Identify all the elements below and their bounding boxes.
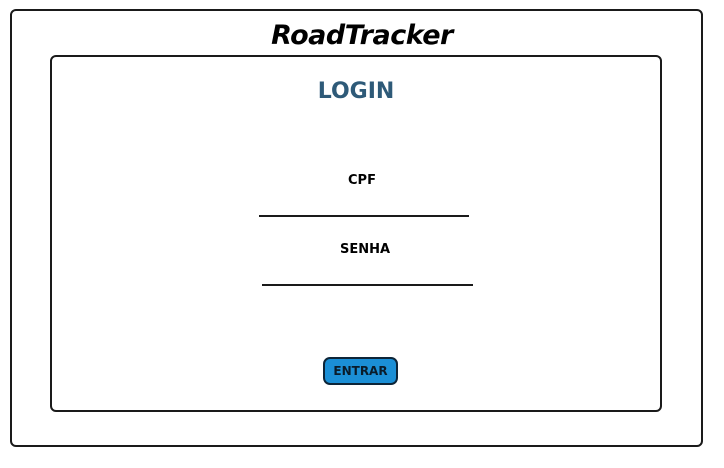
app-title: RoadTracker	[271, 20, 453, 51]
cpf-input[interactable]	[259, 195, 469, 217]
senha-label: SENHA	[339, 242, 391, 257]
enter-button[interactable]: ENTRAR	[323, 357, 398, 385]
senha-input[interactable]	[262, 264, 473, 286]
login-heading: LOGIN	[317, 79, 395, 104]
cpf-label: CPF	[348, 173, 376, 188]
